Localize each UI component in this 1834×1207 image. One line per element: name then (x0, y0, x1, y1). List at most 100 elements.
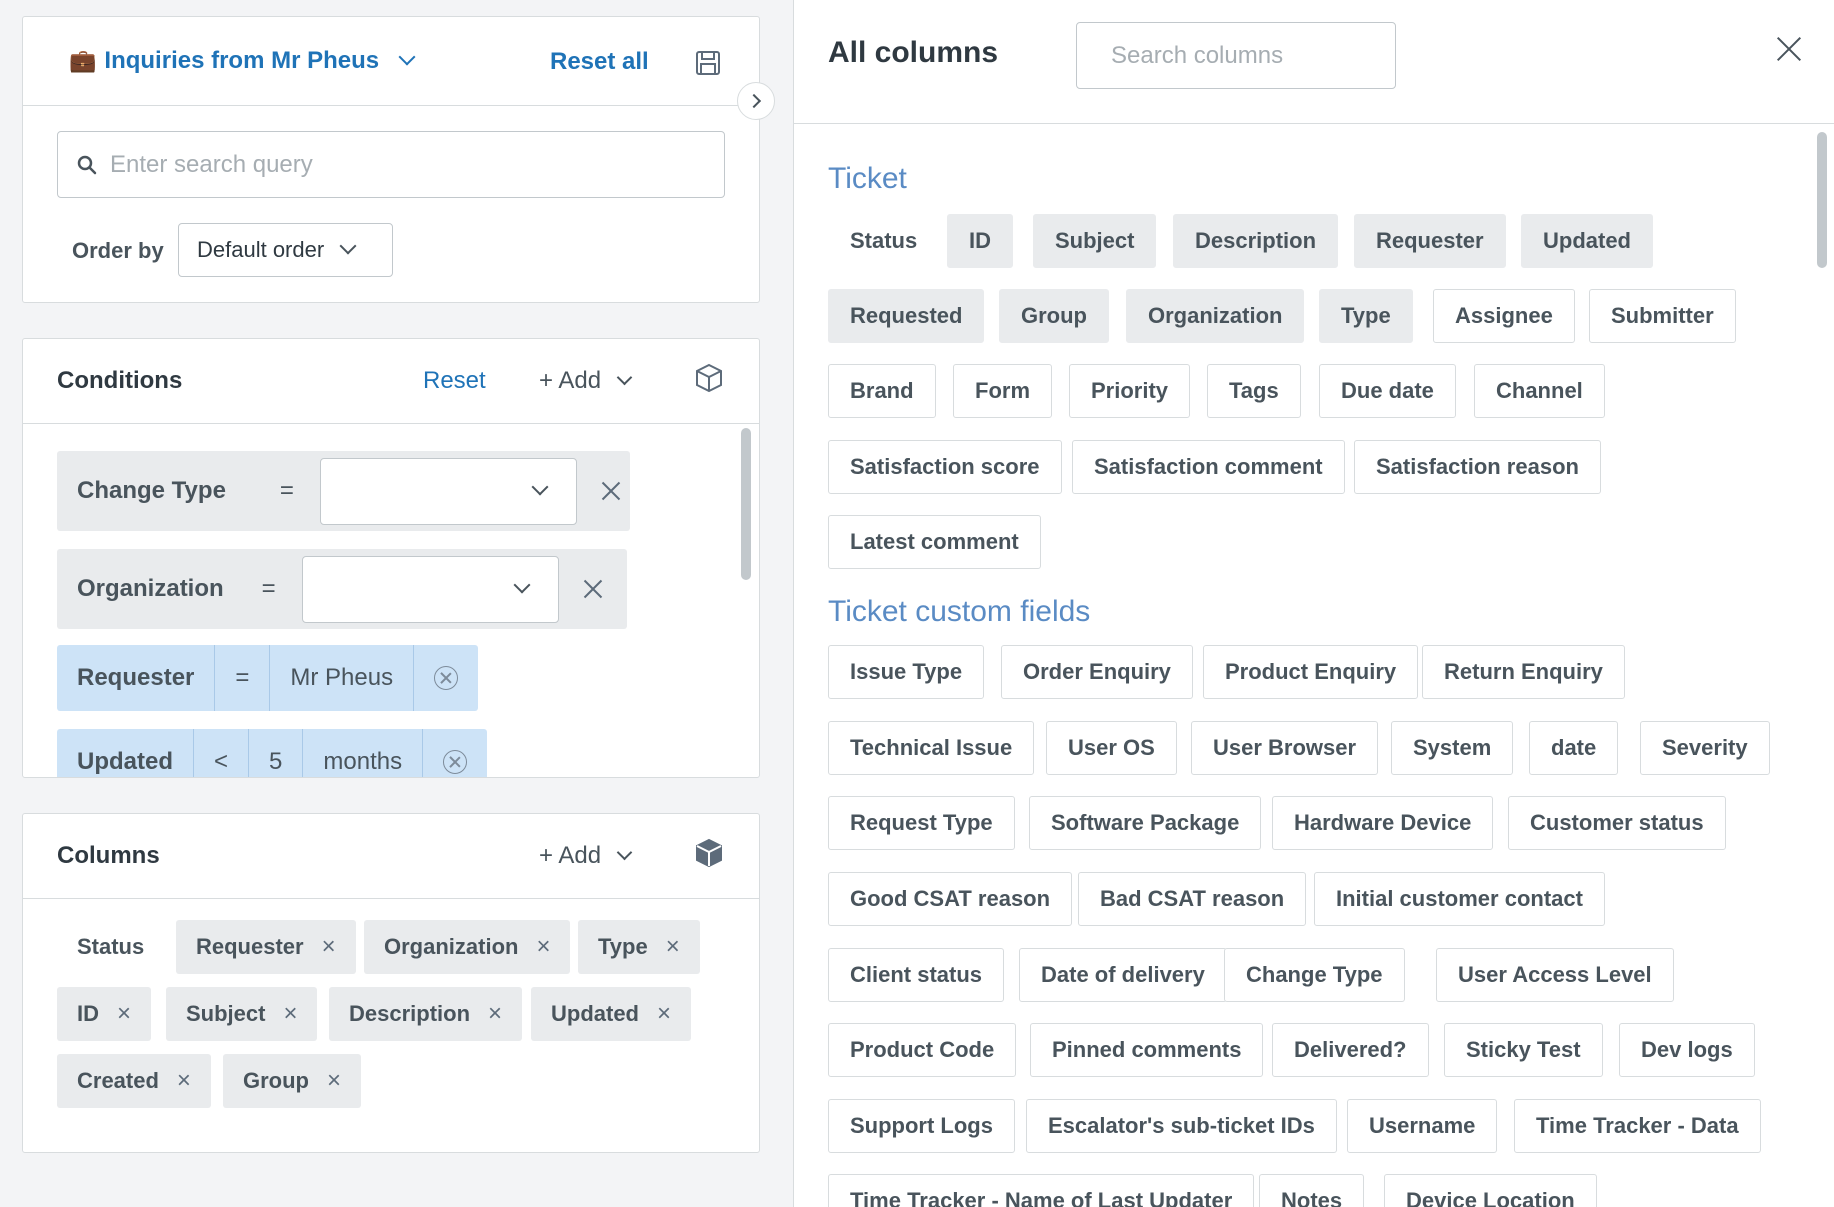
column-option[interactable]: Software Package (1029, 796, 1262, 850)
cube-icon[interactable] (695, 838, 723, 868)
drawer-scrollbar[interactable] (1817, 132, 1827, 268)
condition-chip-operator: = (215, 645, 271, 711)
close-icon[interactable] (1776, 36, 1802, 62)
column-option[interactable]: Pinned comments (1030, 1023, 1264, 1077)
column-chip[interactable]: Requester × (176, 920, 356, 974)
view-title: Inquiries from Mr Pheus (104, 47, 380, 74)
column-option[interactable]: Assignee (1433, 289, 1575, 343)
reset-all-button[interactable]: Reset all (550, 48, 649, 76)
column-option[interactable]: Time Tracker - Name of Last Updater (828, 1174, 1255, 1207)
column-option[interactable]: Hardware Device (1272, 796, 1494, 850)
column-chip[interactable]: Type × (578, 920, 700, 974)
columns-add-button[interactable]: + Add (539, 842, 633, 870)
column-option[interactable]: Type (1319, 289, 1413, 343)
search-input[interactable] (110, 150, 670, 179)
column-option[interactable]: Notes (1259, 1174, 1365, 1207)
conditions-scrollbar[interactable] (741, 428, 751, 580)
column-chip[interactable]: ID × (57, 987, 152, 1041)
condition-chip[interactable]: Updated < 5 months (57, 729, 488, 777)
column-option[interactable]: Date of delivery (1019, 948, 1227, 1002)
remove-column-icon[interactable]: × (536, 933, 550, 961)
collapse-drawer-button[interactable] (737, 82, 775, 120)
view-title-dropdown[interactable]: 💼 Inquiries from Mr Pheus (69, 47, 416, 75)
column-option[interactable]: Requested (828, 289, 985, 343)
remove-column-icon[interactable]: × (327, 1067, 341, 1095)
remove-column-icon[interactable]: × (657, 1000, 671, 1028)
remove-condition-icon[interactable] (581, 577, 605, 601)
save-icon[interactable] (695, 50, 721, 76)
column-option[interactable]: Priority (1069, 364, 1191, 418)
condition-value-select[interactable] (301, 555, 559, 623)
column-option[interactable]: Device Location (1384, 1174, 1597, 1207)
remove-chip-button[interactable] (423, 729, 487, 777)
search-field[interactable] (57, 131, 725, 198)
column-option[interactable]: Sticky Test (1444, 1023, 1603, 1077)
condition-value-select[interactable] (319, 457, 577, 525)
column-option[interactable]: Group (999, 289, 1109, 343)
search-columns-input[interactable] (1076, 22, 1396, 89)
column-chip[interactable]: Description × (329, 987, 523, 1041)
column-option[interactable]: Satisfaction reason (1354, 440, 1601, 494)
column-option[interactable]: Requester (1354, 214, 1506, 268)
column-option[interactable]: Initial customer contact (1314, 872, 1605, 926)
column-option[interactable]: Satisfaction score (828, 440, 1062, 494)
remove-condition-icon[interactable] (599, 479, 623, 503)
column-option[interactable]: Return Enquiry (1422, 645, 1625, 699)
conditions-add-button[interactable]: + Add (539, 367, 633, 395)
column-option[interactable]: Form (953, 364, 1052, 418)
column-option[interactable]: Satisfaction comment (1072, 440, 1345, 494)
column-option[interactable]: ID (947, 214, 1013, 268)
remove-column-icon[interactable]: × (488, 1000, 502, 1028)
column-option[interactable]: Product Code (828, 1023, 1017, 1077)
column-chip[interactable]: Updated × (531, 987, 692, 1041)
column-chip[interactable]: Organization × (364, 920, 571, 974)
column-option[interactable]: Request Type (828, 796, 1015, 850)
column-option[interactable]: Client status (828, 948, 1005, 1002)
column-option[interactable]: User Browser (1191, 721, 1379, 775)
column-option[interactable]: Support Logs (828, 1099, 1015, 1153)
column-option[interactable]: System (1391, 721, 1514, 775)
column-option[interactable]: Issue Type (828, 645, 985, 699)
column-option[interactable]: Channel (1474, 364, 1605, 418)
column-option[interactable]: Submitter (1589, 289, 1736, 343)
condition-chip[interactable]: Requester = Mr Pheus (57, 645, 479, 711)
column-option[interactable]: User Access Level (1436, 948, 1674, 1002)
column-option[interactable]: Due date (1319, 364, 1456, 418)
order-by-select[interactable]: Default order (178, 223, 393, 277)
column-option[interactable]: Username (1347, 1099, 1498, 1153)
column-option[interactable]: date (1529, 721, 1619, 775)
remove-column-icon[interactable]: × (117, 1000, 131, 1028)
conditions-reset-button[interactable]: Reset (423, 367, 486, 395)
remove-column-icon[interactable]: × (666, 933, 680, 961)
column-option[interactable]: Tags (1207, 364, 1301, 418)
column-option[interactable]: Latest comment (828, 515, 1041, 569)
column-chip[interactable]: Created × (57, 1054, 211, 1108)
column-option[interactable]: Description (1173, 214, 1339, 268)
column-option[interactable]: Good CSAT reason (828, 872, 1073, 926)
column-option[interactable]: Dev logs (1619, 1023, 1755, 1077)
remove-column-icon[interactable]: × (322, 933, 336, 961)
column-option[interactable]: Severity (1640, 721, 1770, 775)
column-option[interactable]: Organization (1126, 289, 1305, 343)
column-option[interactable]: Subject (1033, 214, 1157, 268)
column-option[interactable]: Technical Issue (828, 721, 1035, 775)
remove-column-icon[interactable]: × (283, 1000, 297, 1028)
column-option[interactable]: Time Tracker - Data (1514, 1099, 1761, 1153)
column-option[interactable]: Product Enquiry (1203, 645, 1419, 699)
column-chip-label: ID (77, 1001, 99, 1026)
column-option[interactable]: Updated (1521, 214, 1653, 268)
remove-chip-button[interactable] (414, 645, 478, 711)
column-option[interactable]: Delivered? (1272, 1023, 1429, 1077)
cube-icon[interactable] (695, 363, 723, 393)
column-option[interactable]: Bad CSAT reason (1078, 872, 1307, 926)
column-option[interactable]: Order Enquiry (1001, 645, 1193, 699)
column-option[interactable]: Brand (828, 364, 936, 418)
column-chip-label: Updated (551, 1001, 639, 1026)
column-option[interactable]: Customer status (1508, 796, 1726, 850)
column-option[interactable]: Escalator's sub-ticket IDs (1026, 1099, 1337, 1153)
column-chip[interactable]: Subject × (166, 987, 318, 1041)
column-option[interactable]: User OS (1046, 721, 1177, 775)
column-option[interactable]: Change Type (1224, 948, 1405, 1002)
remove-column-icon[interactable]: × (177, 1067, 191, 1095)
column-chip[interactable]: Group × (223, 1054, 362, 1108)
